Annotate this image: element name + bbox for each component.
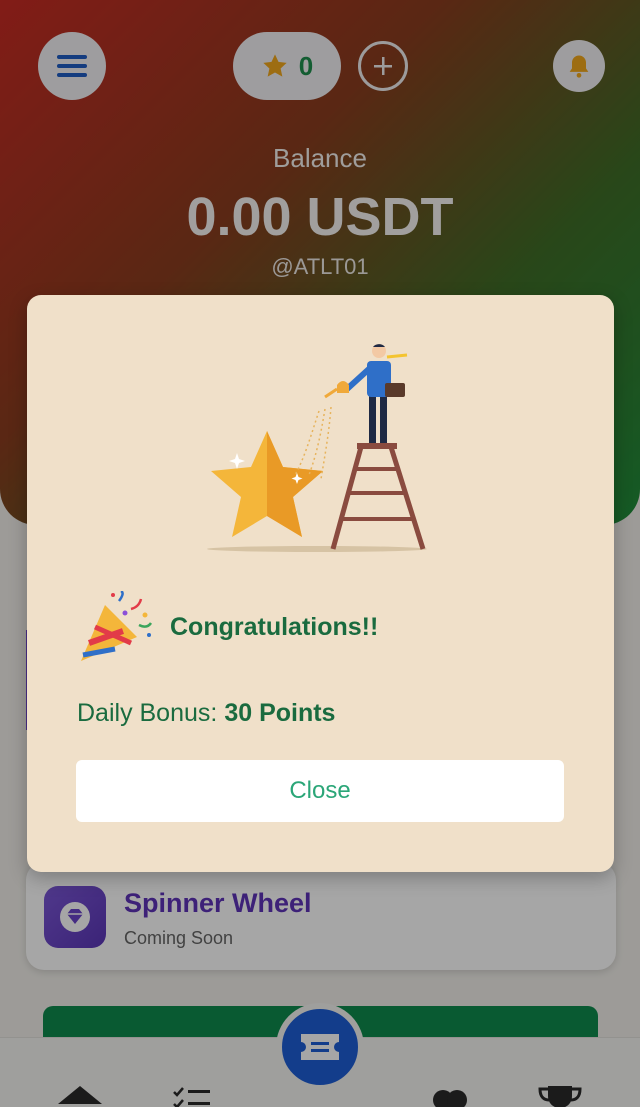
daily-bonus-text: Daily Bonus: 30 Points	[77, 699, 335, 728]
daily-bonus-label: Daily Bonus:	[77, 699, 218, 727]
congratulations-heading: Congratulations!!	[170, 613, 379, 641]
daily-bonus-dialog: Congratulations!! Daily Bonus: 30 Points…	[27, 295, 614, 872]
star-ladder-illustration	[207, 344, 427, 552]
close-button[interactable]: Close	[76, 760, 564, 822]
party-popper-icon	[81, 591, 153, 661]
daily-bonus-value: 30 Points	[224, 699, 336, 727]
